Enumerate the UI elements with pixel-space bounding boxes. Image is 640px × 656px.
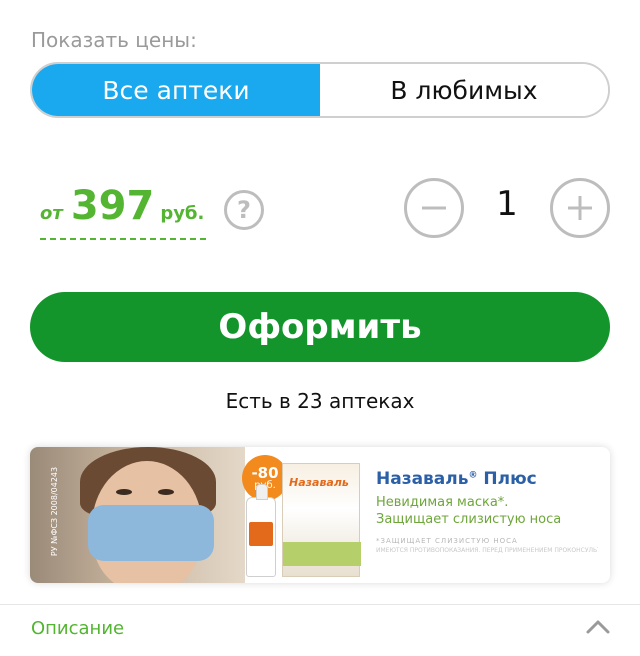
box-band xyxy=(283,542,361,566)
quantity-value[interactable]: 1 xyxy=(474,184,540,224)
bottle-cap xyxy=(256,484,268,500)
pharmacy-filter-toggle: Все аптеки В любимых xyxy=(30,62,610,118)
product-name: Назаваль xyxy=(376,469,469,489)
minus-icon xyxy=(422,206,446,210)
description-label[interactable]: Описание xyxy=(31,618,124,639)
price-from: от xyxy=(40,203,63,224)
banner-title: Назаваль® Плюс xyxy=(376,469,537,489)
product-bottle xyxy=(246,484,276,577)
banner-line-1: Невидимая маска*. xyxy=(376,495,509,510)
show-prices-label: Показать цены: xyxy=(31,28,197,52)
banner-fine-print-1: *ЗАЩИЩАЕТ СЛИЗИСТУЮ НОСА xyxy=(376,537,518,545)
decrement-button[interactable] xyxy=(404,178,464,238)
banner-photo: РУ №ФСЗ 2008/04243 xyxy=(30,447,245,583)
section-divider xyxy=(0,604,640,605)
chevron-up-icon[interactable] xyxy=(584,616,612,638)
checkout-button[interactable]: Оформить xyxy=(30,292,610,362)
box-brand: Назаваль xyxy=(289,476,349,489)
plus-icon xyxy=(568,196,592,220)
promo-banner[interactable]: РУ №ФСЗ 2008/04243 -80 руб. Назаваль Наз… xyxy=(30,447,610,583)
left-eye xyxy=(116,489,132,495)
price-currency: руб. xyxy=(160,203,205,224)
registered-mark: ® xyxy=(468,470,478,481)
increment-button[interactable] xyxy=(550,178,610,238)
product-suffix: Плюс xyxy=(483,469,537,489)
availability-text: Есть в 23 аптеках xyxy=(225,389,415,413)
product-box: Назаваль xyxy=(282,463,361,577)
tab-favorite-pharmacies[interactable]: В любимых xyxy=(320,64,608,116)
registration-code: РУ №ФСЗ 2008/04243 xyxy=(50,466,60,557)
question-mark-icon[interactable]: ? xyxy=(224,190,264,230)
discount-percent: -80 xyxy=(251,463,279,482)
price-link[interactable]: от 397 руб. xyxy=(40,186,206,240)
right-eye xyxy=(158,489,174,495)
banner-fine-print-2: ИМЕЮТСЯ ПРОТИВОПОКАЗАНИЯ. ПЕРЕД ПРИМЕНЕН… xyxy=(376,547,598,554)
tab-all-pharmacies[interactable]: Все аптеки xyxy=(32,64,320,116)
price-amount: 397 xyxy=(70,183,155,229)
face-mask xyxy=(88,505,214,561)
bottle-label xyxy=(249,522,273,546)
banner-line-2: Защищает слизистую носа xyxy=(376,512,562,527)
